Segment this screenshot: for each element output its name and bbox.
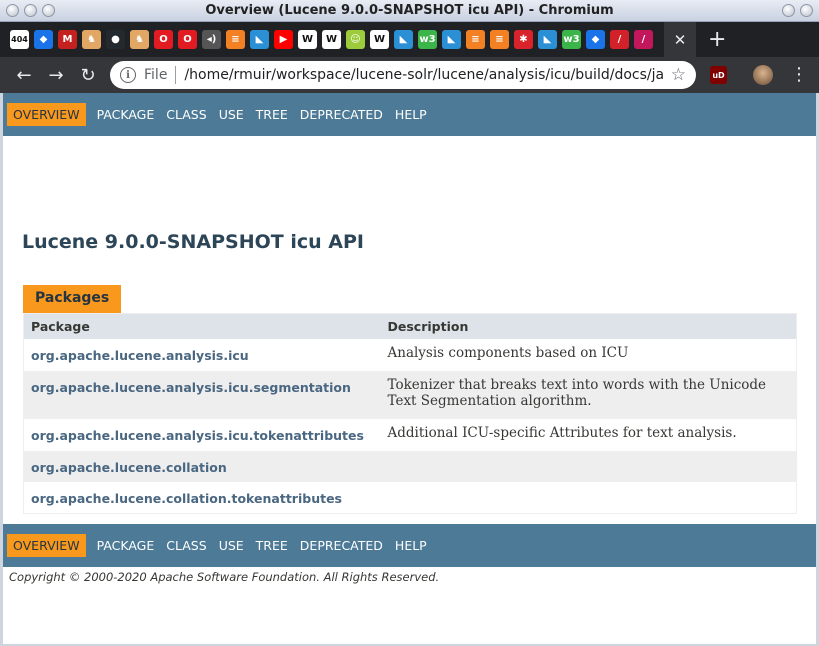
forward-arrow-icon: → — [48, 64, 64, 86]
package-link[interactable]: org.apache.lucene.analysis.icu.segmentat… — [31, 380, 351, 395]
ublock-extension-icon[interactable]: uD — [710, 66, 727, 84]
browser-menu-icon[interactable]: ⋮ — [790, 64, 808, 85]
smiley-icon[interactable]: ☺ — [346, 30, 365, 49]
forward-button[interactable]: → — [40, 65, 72, 86]
w3-icon[interactable]: w3 — [418, 30, 437, 49]
nav-class[interactable]: CLASS — [160, 534, 212, 557]
package-link[interactable]: org.apache.lucene.collation.tokenattribu… — [31, 491, 342, 506]
window-minimize-button[interactable] — [782, 4, 795, 17]
window-buttons-right — [782, 4, 813, 17]
bird-icon[interactable]: ◣ — [442, 30, 461, 49]
table-row: org.apache.lucene.analysis.icu.tokenattr… — [24, 419, 797, 451]
nav-tree[interactable]: TREE — [250, 103, 294, 126]
package-link[interactable]: org.apache.lucene.analysis.icu.tokenattr… — [31, 428, 364, 443]
feather-icon[interactable]: / — [634, 30, 653, 49]
bottom-navbar: OVERVIEW PACKAGE CLASS USE TREE DEPRECATED HEL… — [3, 524, 816, 567]
address-bar[interactable]: i File /home/rmuir/workspace/lucene-solr… — [110, 61, 696, 89]
back-button[interactable]: ← — [8, 65, 40, 86]
package-description: Analysis components based on ICU — [387, 344, 629, 361]
nav-package[interactable]: PACKAGE — [91, 534, 161, 557]
window-maximize-button[interactable] — [800, 4, 813, 17]
nav-tree[interactable]: TREE — [250, 534, 294, 557]
nav-use[interactable]: USE — [213, 534, 250, 557]
wikipedia-icon[interactable]: W — [370, 30, 389, 49]
package-description: Additional ICU-specific Attributes for t… — [387, 424, 737, 441]
new-tab-button[interactable]: + — [708, 28, 726, 51]
profile-avatar[interactable] — [753, 65, 773, 85]
oracle-icon[interactable]: O — [178, 30, 197, 49]
packages-table: Package Description org.apache.lucene.an… — [23, 313, 797, 514]
horse-icon[interactable]: ♞ — [130, 30, 149, 49]
wikipedia-icon[interactable]: W — [322, 30, 341, 49]
reload-icon: ↻ — [80, 64, 96, 86]
oracle-icon[interactable]: O — [154, 30, 173, 49]
nav-overview: OVERVIEW — [7, 103, 86, 126]
github-icon[interactable]: ● — [106, 30, 125, 49]
gmail-404-icon[interactable]: 404 — [10, 30, 29, 49]
nav-class[interactable]: CLASS — [160, 103, 212, 126]
bird-icon[interactable]: ◣ — [250, 30, 269, 49]
package-cell: org.apache.lucene.collation.tokenattribu… — [24, 482, 381, 514]
back-arrow-icon: ← — [16, 64, 32, 86]
table-row: org.apache.lucene.analysis.icu.segmentat… — [23, 370, 797, 419]
table-row: org.apache.lucene.collation — [23, 450, 797, 482]
tab-active[interactable]: ✕ — [664, 22, 696, 57]
window-titlebar: Overview (Lucene 9.0.0-SNAPSHOT icu API)… — [0, 0, 819, 22]
url-separator — [175, 66, 177, 84]
package-description — [380, 450, 797, 482]
packages-caption: Packages — [23, 285, 122, 313]
diamond-icon[interactable]: ◆ — [586, 30, 605, 49]
package-cell: org.apache.lucene.analysis.icu.segmentat… — [23, 370, 381, 419]
close-tab-icon[interactable]: ✕ — [674, 31, 687, 49]
stackoverflow-icon[interactable]: ≡ — [466, 30, 485, 49]
url-text[interactable]: /home/rmuir/workspace/lucene-solr/lucene… — [184, 67, 664, 83]
top-navbar: OVERVIEW PACKAGE CLASS USE TREE DEPRECATED HEL… — [3, 93, 816, 136]
speaker-icon[interactable]: ◂) — [202, 30, 221, 49]
package-description — [381, 482, 797, 514]
nav-package[interactable]: PACKAGE — [91, 103, 161, 126]
package-column-header: Package — [23, 313, 381, 339]
package-link[interactable]: org.apache.lucene.collation — [31, 460, 227, 475]
description-column-header: Description — [380, 313, 797, 339]
youtube-icon[interactable]: ▶ — [274, 30, 293, 49]
stackoverflow-icon[interactable]: ≡ — [226, 30, 245, 49]
table-row: org.apache.lucene.collation.tokenattribu… — [24, 482, 797, 514]
package-link[interactable]: org.apache.lucene.analysis.icu — [31, 348, 249, 363]
browser-toolbar: ← → ↻ i File /home/rmuir/workspace/lucen… — [0, 57, 819, 93]
page-content: OVERVIEW PACKAGE CLASS USE TREE DEPRECATED HEL… — [3, 93, 816, 646]
bird-icon[interactable]: ◣ — [394, 30, 413, 49]
reload-button[interactable]: ↻ — [72, 65, 104, 86]
nav-deprecated[interactable]: DEPRECATED — [294, 534, 389, 557]
package-cell: org.apache.lucene.analysis.icu.tokenattr… — [24, 419, 381, 451]
copyright-notice: Copyright © 2000-2020 Apache Software Fo… — [9, 570, 440, 584]
nav-overview: OVERVIEW — [7, 534, 86, 557]
window-title: Overview (Lucene 9.0.0-SNAPSHOT icu API)… — [205, 3, 614, 18]
bird-icon[interactable]: ◣ — [538, 30, 557, 49]
wikipedia-icon[interactable]: W — [298, 30, 317, 49]
stackoverflow-icon[interactable]: ≡ — [490, 30, 509, 49]
tab-strip: 404 ◆ M ♞ ● ♞ O O ◂) ≡ ◣ ▶ W W ☺ W ◣ w3 ◣ ≡ ≡ ✱ ◣ w3 ◆ / / ✕ + — [0, 22, 819, 57]
horse-icon[interactable]: ♞ — [82, 30, 101, 49]
w3-icon[interactable]: w3 — [562, 30, 581, 49]
asterisk-icon[interactable]: ✱ — [514, 30, 533, 49]
package-description: Tokenizer that breaks text into words wi… — [380, 370, 797, 419]
bookmark-star-icon[interactable]: ☆ — [671, 65, 686, 85]
feather-icon[interactable]: / — [610, 30, 629, 49]
gmail-icon[interactable]: M — [58, 30, 77, 49]
page-title: Lucene 9.0.0-SNAPSHOT icu API — [22, 231, 364, 253]
nav-help[interactable]: HELP — [389, 534, 433, 557]
package-cell: org.apache.lucene.collation — [23, 450, 381, 482]
url-scheme: File — [144, 67, 168, 83]
table-row: org.apache.lucene.analysis.icu Analysis c… — [24, 339, 797, 371]
nav-use[interactable]: USE — [213, 103, 250, 126]
window-border-left — [0, 93, 3, 646]
nav-help[interactable]: HELP — [389, 103, 433, 126]
info-icon[interactable]: i — [120, 67, 136, 83]
package-cell: org.apache.lucene.analysis.icu — [24, 339, 381, 371]
table-header-row: Package Description — [23, 313, 797, 339]
nav-deprecated[interactable]: DEPRECATED — [294, 103, 389, 126]
diamond-icon[interactable]: ◆ — [34, 30, 53, 49]
